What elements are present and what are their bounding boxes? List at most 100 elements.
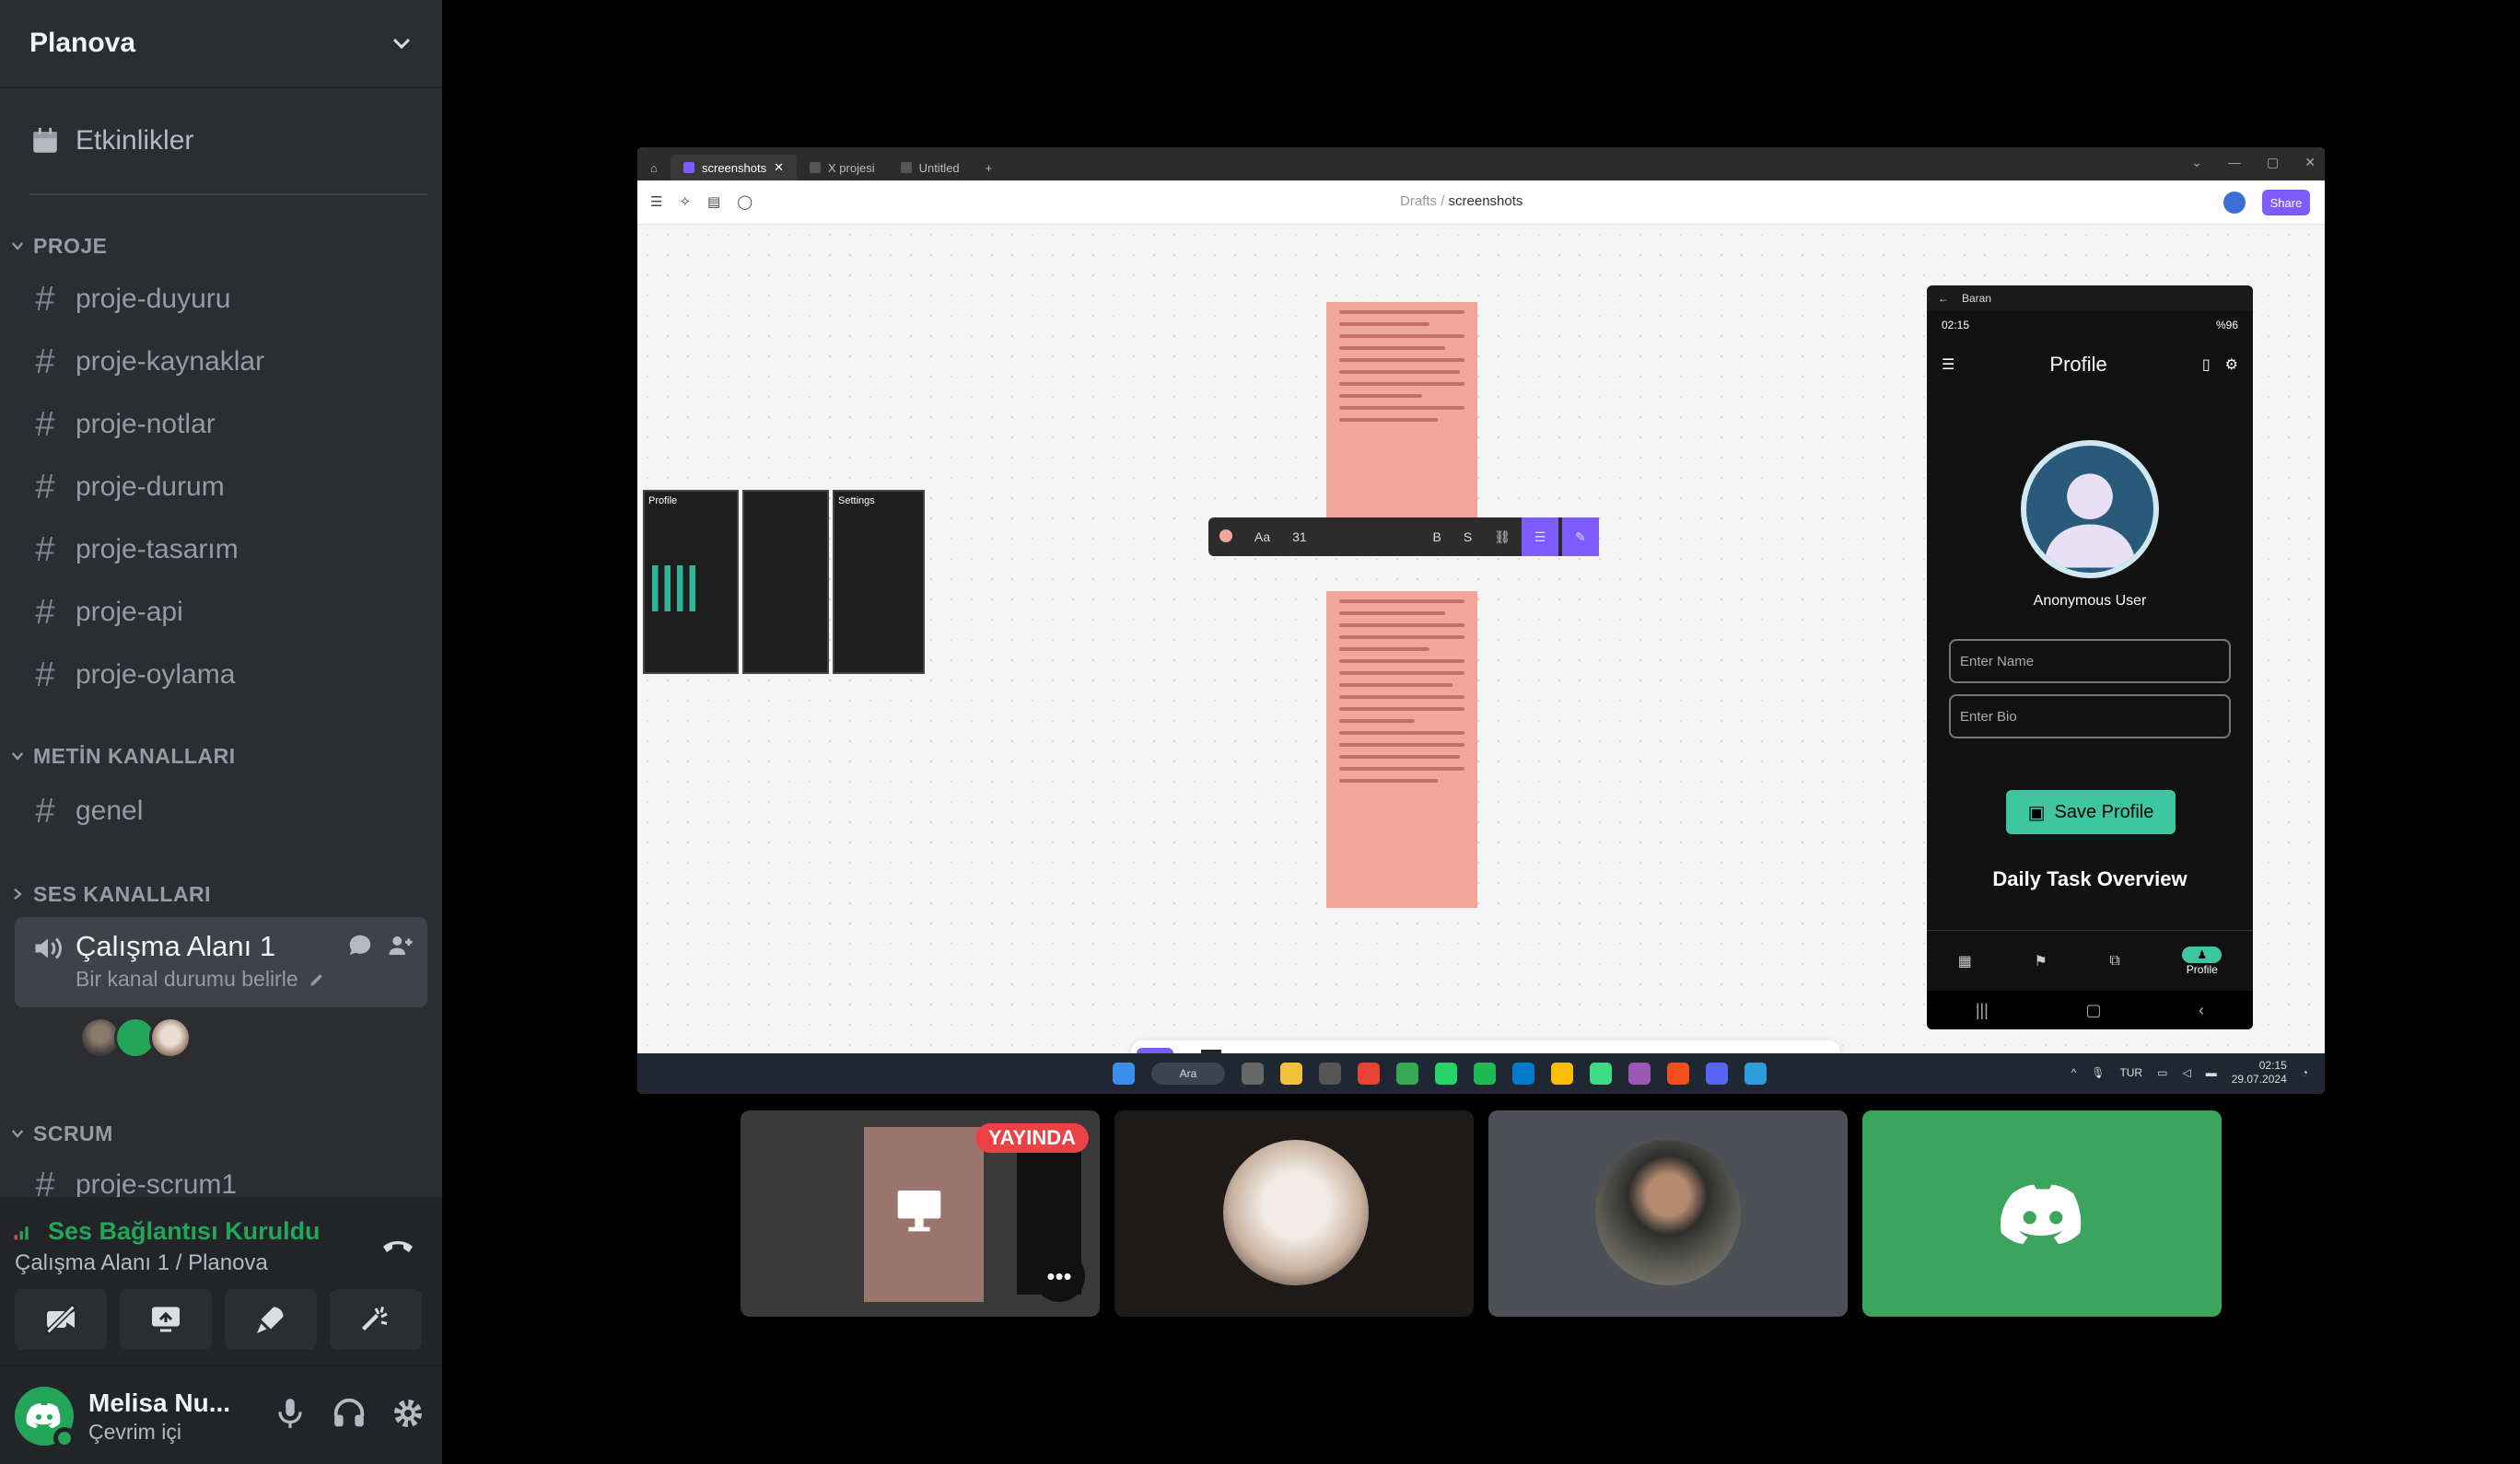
- back-arrow-icon[interactable]: ←: [1938, 292, 1949, 305]
- tab-screenshots[interactable]: screenshots ✕: [671, 155, 797, 180]
- task-view-icon[interactable]: [1242, 1063, 1264, 1085]
- channel-genel[interactable]: # genel: [15, 783, 427, 840]
- close-icon[interactable]: ✕: [774, 160, 784, 175]
- bookmark-icon[interactable]: ▯: [2202, 355, 2211, 374]
- home-icon[interactable]: ⌂: [637, 155, 671, 180]
- microphone-icon[interactable]: 🎙: [2091, 1066, 2105, 1079]
- connection-status[interactable]: Ses Bağlantısı Kuruldu: [13, 1217, 321, 1246]
- folder-icon[interactable]: [1280, 1063, 1302, 1085]
- app-icon[interactable]: [1744, 1063, 1767, 1085]
- category-metin[interactable]: METİN KANALLARI: [9, 740, 236, 772]
- more-options-icon[interactable]: •••: [1033, 1250, 1085, 1302]
- whatsapp-icon[interactable]: [1435, 1063, 1457, 1085]
- channel-proje-duyuru[interactable]: # proje-duyuru: [15, 271, 427, 328]
- sparkle-icon[interactable]: ✧: [679, 193, 691, 210]
- home-icon[interactable]: ▢: [2085, 1001, 2101, 1020]
- gear-icon[interactable]: ⚙: [2225, 355, 2238, 374]
- channel-status[interactable]: Bir kanal durumu belirle: [76, 967, 326, 992]
- vscode-icon[interactable]: [1512, 1063, 1534, 1085]
- headphones-icon[interactable]: [332, 1396, 367, 1431]
- font-selector[interactable]: Aa: [1243, 529, 1281, 544]
- figjam-canvas[interactable]: Profile Settings Aa 31 B S ⛓ ☰ ✎ ← Baran…: [637, 225, 2325, 1094]
- chevron-up-icon[interactable]: ^: [2071, 1066, 2077, 1079]
- github-icon[interactable]: [1628, 1063, 1651, 1085]
- spotify-icon[interactable]: [1474, 1063, 1496, 1085]
- channel-proje-notlar[interactable]: # proje-notlar: [15, 396, 427, 453]
- battery-icon[interactable]: ▬: [2206, 1066, 2217, 1079]
- collaborator-avatar[interactable]: [2223, 192, 2246, 214]
- screen-frame-thumbnail[interactable]: [742, 490, 829, 674]
- screen-share-button[interactable]: [120, 1289, 212, 1350]
- minimize-icon[interactable]: —: [2228, 155, 2241, 170]
- channel-proje-kaynaklar[interactable]: # proje-kaynaklar: [15, 333, 427, 390]
- copy-icon[interactable]: ⧉: [2109, 953, 2119, 970]
- category-ses[interactable]: SES KANALLARI: [9, 878, 211, 910]
- channel-proje-oylama[interactable]: # proje-oylama: [15, 646, 427, 703]
- save-profile-button[interactable]: ▣ Save Profile: [2006, 790, 2176, 834]
- hamburger-icon[interactable]: ☰: [1942, 355, 1954, 374]
- language-indicator[interactable]: TUR: [2119, 1066, 2142, 1079]
- bold-button[interactable]: B: [1422, 529, 1452, 544]
- flag-icon[interactable]: ⚑: [2034, 952, 2047, 970]
- add-user-icon[interactable]: [387, 932, 414, 959]
- connection-location[interactable]: Çalışma Alanı 1 / Planova: [15, 1250, 268, 1276]
- close-icon[interactable]: ✕: [2304, 155, 2316, 170]
- sticky-note-top[interactable]: [1326, 302, 1477, 525]
- server-header[interactable]: Planova: [0, 0, 442, 88]
- menu-icon[interactable]: ☰: [650, 193, 662, 210]
- back-icon[interactable]: ‹: [2199, 1001, 2204, 1020]
- channel-proje-tasarim[interactable]: # proje-tasarım: [15, 521, 427, 578]
- link-icon[interactable]: ⛓: [1483, 529, 1522, 545]
- sticky-note-bottom[interactable]: [1326, 591, 1477, 908]
- strikethrough-icon[interactable]: S: [1452, 529, 1483, 544]
- color-picker[interactable]: [1208, 529, 1243, 545]
- phone-mirror-window[interactable]: ← Baran 02:15 %96 ☰ Profile ▯ ⚙ Anonymou…: [1927, 285, 2253, 1029]
- participant-avatar[interactable]: [149, 1017, 192, 1059]
- nav-profile[interactable]: ♟ Profile: [2182, 946, 2222, 976]
- microphone-icon[interactable]: [273, 1396, 308, 1431]
- comment-icon[interactable]: ◯: [737, 193, 752, 210]
- tab-x-projesi[interactable]: X projesi: [797, 155, 888, 180]
- figma-icon[interactable]: [1667, 1063, 1689, 1085]
- network-icon[interactable]: ▭: [2157, 1066, 2167, 1079]
- profile-frame-thumbnail[interactable]: Profile: [643, 490, 739, 674]
- font-size-selector[interactable]: 31: [1281, 529, 1421, 544]
- notification-icon[interactable]: ◔: [2302, 1066, 2308, 1079]
- name-input[interactable]: Enter Name: [1949, 639, 2231, 683]
- chrome-icon[interactable]: [1551, 1063, 1573, 1085]
- profile-avatar[interactable]: [2021, 440, 2159, 578]
- category-proje[interactable]: PROJE: [9, 230, 107, 261]
- pen-icon[interactable]: ✎: [1562, 517, 1599, 556]
- settings-frame-thumbnail[interactable]: Settings: [833, 490, 925, 674]
- events-link[interactable]: Etkinlikler: [29, 118, 193, 164]
- bio-input[interactable]: Enter Bio: [1949, 694, 2231, 738]
- stream-preview-tile[interactable]: YAYINDA •••: [741, 1110, 1100, 1317]
- participant-tile-cat[interactable]: [1114, 1110, 1474, 1317]
- chat-bubble-icon[interactable]: [346, 932, 374, 959]
- gear-icon[interactable]: [391, 1396, 426, 1431]
- calendar-icon[interactable]: ▦: [1958, 952, 1972, 970]
- participant-tile-user[interactable]: [1488, 1110, 1848, 1317]
- windows-start-icon[interactable]: [1113, 1063, 1135, 1085]
- voice-channel-active[interactable]: Çalışma Alanı 1 Bir kanal durumu belirle: [15, 917, 427, 1007]
- chrome-icon[interactable]: [1358, 1063, 1380, 1085]
- recents-icon[interactable]: |||: [1976, 1001, 1989, 1020]
- hang-up-icon[interactable]: [379, 1230, 416, 1258]
- activities-button[interactable]: [225, 1289, 317, 1350]
- user-name[interactable]: Melisa Nu...: [88, 1388, 230, 1418]
- category-scrum[interactable]: SCRUM: [9, 1118, 113, 1149]
- tab-untitled[interactable]: Untitled: [888, 155, 973, 180]
- participant-tile-discord[interactable]: [1862, 1110, 2222, 1317]
- layout-icon[interactable]: ▤: [707, 193, 720, 210]
- camera-toggle-button[interactable]: [15, 1289, 107, 1350]
- maximize-icon[interactable]: ▢: [2267, 155, 2279, 170]
- chevron-down-icon[interactable]: ⌄: [2191, 155, 2202, 170]
- share-button[interactable]: Share: [2262, 190, 2310, 215]
- taskbar-search[interactable]: Ara: [1151, 1063, 1225, 1085]
- soundboard-button[interactable]: [330, 1289, 422, 1350]
- stream-view[interactable]: ⌂ screenshots ✕ X projesi Untitled + ⌄ — …: [637, 147, 2325, 1094]
- breadcrumb[interactable]: Drafts / screenshots: [1400, 193, 1522, 209]
- channel-proje-durum[interactable]: # proje-durum: [15, 459, 427, 516]
- android-studio-icon[interactable]: [1590, 1063, 1612, 1085]
- clock[interactable]: 02:15 29.07.2024: [2232, 1059, 2287, 1086]
